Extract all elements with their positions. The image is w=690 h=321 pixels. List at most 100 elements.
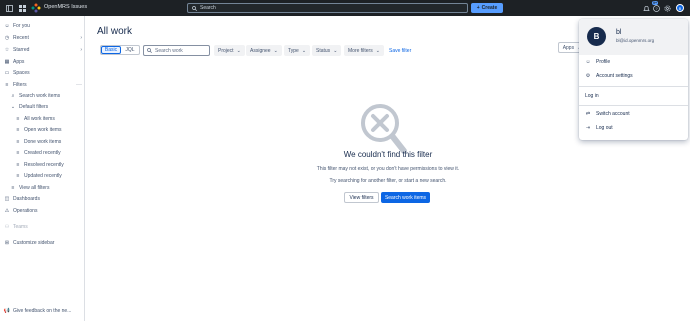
sidebar-item-label: Updated recently (24, 173, 62, 179)
menu-item-label: Account settings (596, 73, 633, 79)
basic-mode-button[interactable]: Basic (101, 46, 121, 54)
sidebar-item-apps[interactable]: ▦ Apps (4, 57, 88, 67)
assignee-filter-button[interactable]: Assignee ⌄ (246, 45, 282, 56)
filter-label: Assignee (250, 47, 271, 54)
notifications-icon[interactable] (641, 3, 651, 13)
sidebar-item-label: For you (13, 23, 30, 29)
menu-item-account-settings[interactable]: ⚙ Account settings (585, 73, 633, 79)
menu-item-label: Log in (585, 93, 599, 99)
sidebar-item-for-you[interactable]: ☺ For you (4, 21, 88, 31)
sidebar-item-default-filters[interactable]: ⌄ Default filters (10, 102, 94, 112)
sidebar-item-starred[interactable]: ☆ Starred › (4, 45, 88, 55)
global-search-input[interactable]: Search (187, 3, 468, 13)
sidebar-item-label: Resolved recently (24, 162, 64, 168)
chevron-down-icon: ⌄ (10, 104, 16, 110)
create-label: Create (481, 5, 498, 11)
sidebar-item-recent[interactable]: ◷ Recent › (4, 33, 88, 43)
sidebar-item-operations[interactable]: ⚠ Operations (4, 206, 88, 216)
sidebar: ☺ For you ◷ Recent › ☆ Starred › ▦ Apps … (0, 16, 85, 321)
sidebar-item-filters[interactable]: ≡ Filters ··· (4, 80, 88, 90)
global-search-placeholder: Search (200, 5, 216, 11)
more-filters-button[interactable]: More filters ⌄ (344, 45, 384, 56)
star-icon: ☆ (4, 47, 10, 53)
sidebar-item-search-work-items[interactable]: ⌕ Search work items (10, 91, 94, 101)
search-work-placeholder: Search work (155, 47, 183, 54)
account-menu-header: B bl bl@id.openmrs.org (579, 19, 688, 55)
sidebar-item-label: Search work items (19, 93, 61, 99)
operations-icon: ⚠ (4, 208, 10, 214)
help-icon[interactable]: ? (651, 3, 661, 13)
clock-icon: ◷ (4, 35, 10, 41)
sidebar-item-view-all-filters[interactable]: ≡ View all filters (10, 183, 94, 193)
filter-label: Type (288, 47, 299, 54)
sidebar-item-teams[interactable]: ⚇ Teams (4, 222, 88, 232)
chevron-down-icon: ⌄ (236, 47, 241, 54)
filter-lines-icon: ≡ (16, 139, 20, 145)
account-email: bl@id.openmrs.org (616, 38, 655, 43)
menu-item-switch-account[interactable]: ⇄ Switch account (585, 111, 630, 117)
sidebar-item-label: Operations (13, 208, 38, 214)
menu-item-profile[interactable]: ☺ Profile (585, 59, 610, 65)
settings-gear-icon[interactable] (662, 3, 672, 13)
create-button[interactable]: + Create (471, 3, 503, 13)
sidebar-item-label: Default filters (19, 104, 49, 110)
account-menu: B bl bl@id.openmrs.org ☺ Profile ⚙ Accou… (579, 19, 688, 140)
sidebar-item-spaces[interactable]: ▭ Spaces (4, 68, 88, 78)
empty-state-description: This filter may not exist, or you don't … (316, 166, 460, 172)
menu-item-label: Switch account (596, 111, 630, 117)
sidebar-item-customize-sidebar[interactable]: ⊞ Customize sidebar (4, 238, 88, 248)
chevron-down-icon: ⌄ (301, 47, 307, 54)
sidebar-item-label: Customize sidebar (13, 240, 55, 246)
menu-item-label: Profile (596, 59, 611, 65)
sidebar-item-label: Apps (13, 59, 25, 65)
profile-icon: ☺ (585, 59, 591, 65)
app-title[interactable]: OpenMRS Issues (44, 4, 87, 10)
logout-icon: ⇥ (585, 125, 591, 131)
app-switcher-icon[interactable] (17, 3, 27, 13)
menu-item-log-out[interactable]: ⇥ Log out (585, 125, 613, 131)
megaphone-icon: 📢 (3, 308, 11, 314)
search-work-items-button[interactable]: Search work items (381, 192, 430, 203)
sidebar-item-give-feedback[interactable]: 📢 Give feedback on the ne... (4, 306, 88, 316)
filter-lines-icon: ≡ (16, 150, 20, 156)
search-work-input[interactable]: Search work (143, 45, 210, 56)
sidebar-item-dashboards[interactable]: ◫ Dashboards (4, 194, 88, 204)
filter-icon: ≡ (5, 82, 9, 88)
sidebar-item-label: All work items (24, 116, 55, 122)
sidebar-item-label: Starred (13, 47, 30, 53)
search-icon (192, 5, 197, 11)
save-filter-link[interactable]: Save filter (389, 48, 411, 54)
apps-icon: ▦ (4, 59, 10, 65)
openmrs-logo-icon[interactable] (31, 3, 41, 13)
spaces-icon: ▭ (4, 70, 10, 76)
customize-icon: ⊞ (4, 240, 10, 246)
account-menu-avatar: B (587, 27, 606, 46)
no-results-magnifier-icon (360, 103, 408, 157)
filter-label: Status (316, 47, 331, 54)
account-avatar[interactable]: B (676, 4, 684, 12)
sidebar-item-label: View all filters (19, 185, 50, 191)
person-icon: ☺ (4, 23, 10, 29)
sidebar-item-label: Dashboards (13, 196, 40, 202)
type-filter-button[interactable]: Type ⌄ (284, 45, 311, 56)
sidebar-item-label: Filters (13, 82, 27, 88)
project-filter-button[interactable]: Project ⌄ (214, 45, 245, 56)
jql-mode-button[interactable]: JQL (121, 46, 139, 54)
chevron-down-icon: ⌄ (375, 47, 380, 54)
sidebar-toggle-icon[interactable] (4, 3, 14, 13)
settings-icon: ⚙ (585, 73, 591, 79)
filter-lines-icon: ≡ (16, 116, 20, 122)
search-mode-toggle[interactable]: Basic JQL (100, 45, 140, 55)
more-options-icon[interactable]: ··· (76, 82, 82, 88)
status-filter-button[interactable]: Status ⌄ (312, 45, 342, 56)
dashboard-icon: ◫ (4, 196, 10, 202)
switch-account-icon: ⇄ (585, 111, 591, 117)
view-filters-button[interactable]: View filters (344, 192, 379, 203)
top-navigation-bar: OpenMRS Issues Search + Create 9+ ? B (0, 0, 690, 16)
filter-lines-icon: ≡ (11, 185, 15, 191)
sidebar-item-label: Recent (13, 35, 29, 41)
menu-item-label: Log out (596, 125, 613, 131)
menu-item-log-in[interactable]: Log in (585, 93, 599, 99)
plus-icon: + (476, 5, 480, 11)
chevron-right-icon: › (80, 35, 82, 41)
